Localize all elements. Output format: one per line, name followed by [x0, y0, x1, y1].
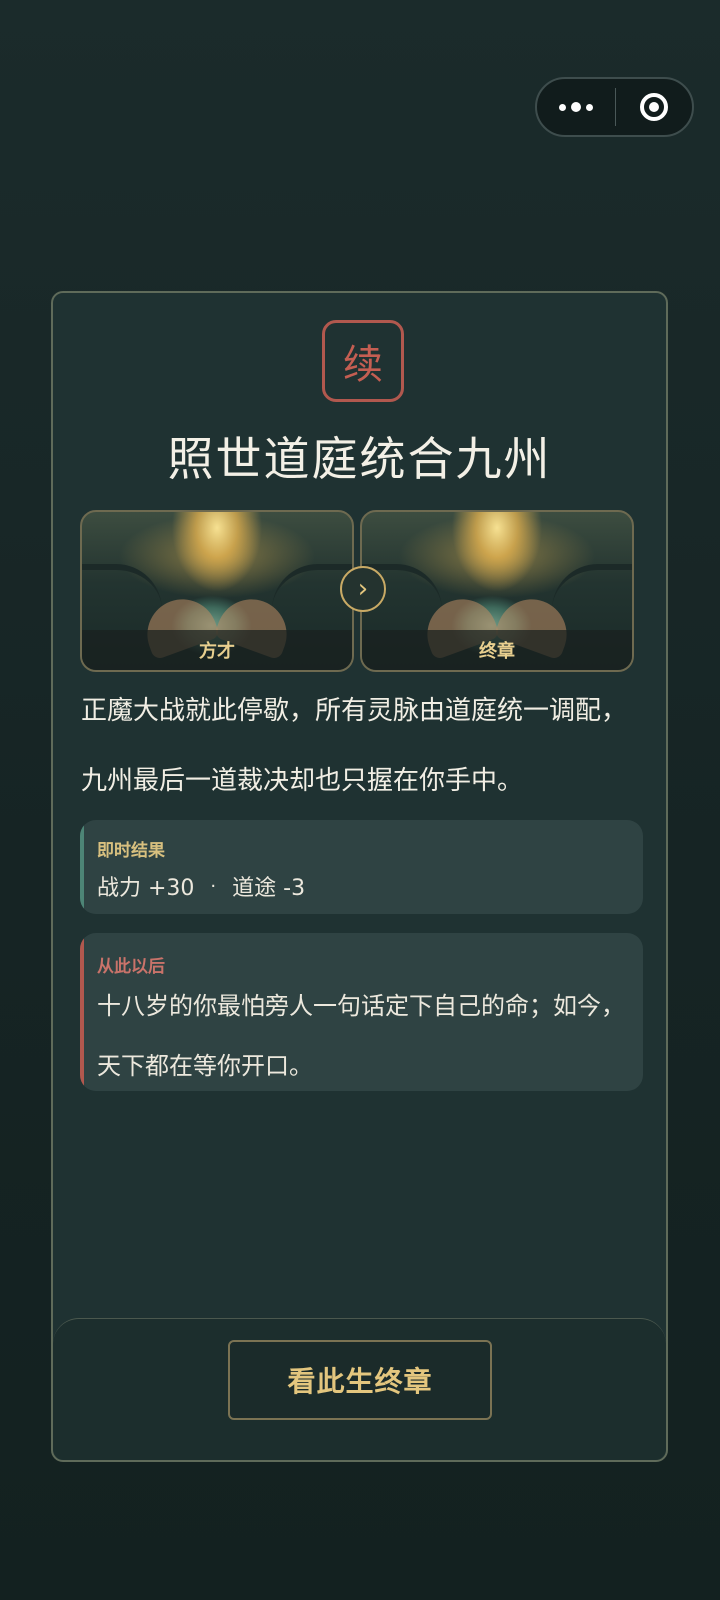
narrative-text: 正魔大战就此停歇，所有灵脉由道庭统一调配，九州最后一道裁决却也只握在你手中。: [81, 696, 628, 796]
immediate-result-box: 即时结果 战力 +30 · 道途 -3: [80, 820, 643, 914]
dot: [586, 103, 593, 111]
chevron-right-icon: ›: [340, 566, 386, 612]
ring: [640, 93, 668, 121]
image-caption: 方才: [82, 630, 352, 670]
aftermath-label: 从此以后: [97, 957, 165, 977]
roof-decoration: [552, 564, 632, 610]
bullet-separator: ·: [210, 875, 217, 897]
image-final: 终章: [360, 510, 634, 672]
aftermath-box: 从此以后 十八岁的你最怕旁人一句话定下自己的命；如今，天下都在等你开口。: [80, 933, 643, 1091]
ring-core: [649, 102, 659, 112]
target-circle-icon[interactable]: [616, 79, 692, 135]
mini-program-capsule: [535, 77, 694, 137]
immediate-result-label: 即时结果: [97, 841, 165, 861]
card-footer: 看此生终章: [53, 1318, 666, 1460]
roof-decoration: [82, 564, 162, 610]
stat-path: 道途 -3: [232, 876, 306, 901]
story-card: 续 照世道庭统合九州 方才 终章 › 正魔大战就此停歇，所有灵脉由道庭统一调配，…: [51, 291, 668, 1462]
page-title: 照世道庭统合九州: [167, 432, 552, 486]
aftermath-text: 十八岁的你最怕旁人一句话定下自己的命；如今，天下都在等你开口。: [97, 992, 625, 1080]
more-dots-icon[interactable]: [537, 79, 615, 135]
final-chapter-button[interactable]: 看此生终章: [228, 1340, 492, 1420]
dot: [559, 103, 566, 111]
stat-power: 战力 +30: [97, 876, 195, 901]
image-caption: 终章: [362, 630, 632, 670]
stat-changes: 战力 +30 · 道途 -3: [97, 870, 305, 902]
dot: [571, 102, 581, 112]
image-before: 方才: [80, 510, 354, 672]
continue-seal: 续: [322, 320, 404, 402]
